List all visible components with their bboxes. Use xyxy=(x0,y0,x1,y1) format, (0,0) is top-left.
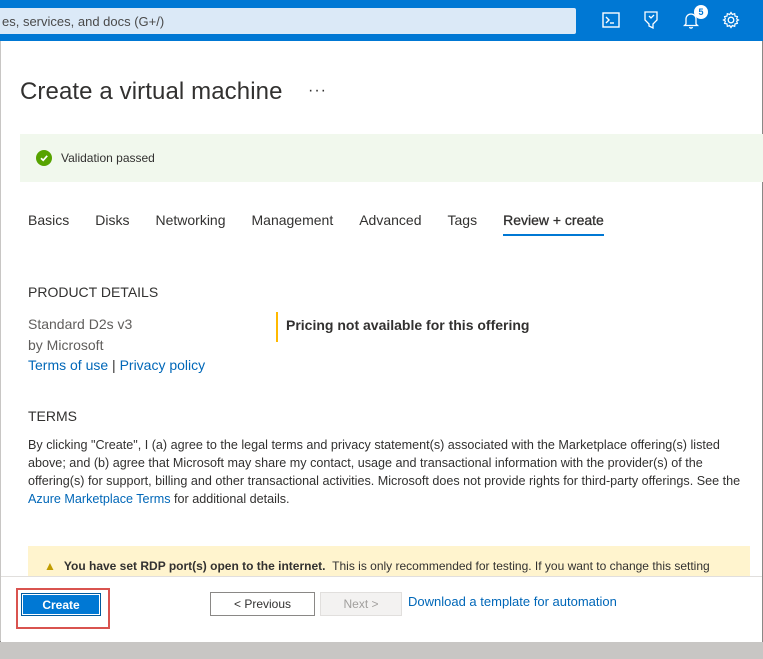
warning-title: You have set RDP port(s) open to the int… xyxy=(63,559,326,573)
rdp-warning-banner: ▲ You have set RDP port(s) open to the in… xyxy=(28,546,750,576)
previous-button[interactable]: < Previous xyxy=(210,592,315,616)
wizard-tabs: Basics Disks Networking Management Advan… xyxy=(28,212,604,236)
global-search-box[interactable] xyxy=(0,8,576,34)
notifications-bell-icon[interactable]: 5 xyxy=(680,5,708,31)
terms-heading: TERMS xyxy=(28,408,77,424)
validation-message: Validation passed xyxy=(61,151,155,165)
more-options-ellipsis-icon[interactable]: ··· xyxy=(308,82,327,100)
notification-count-badge: 5 xyxy=(694,5,708,19)
next-button: Next > xyxy=(320,592,402,616)
warning-text: This is only recommended for testing. If… xyxy=(332,559,710,573)
tab-basics[interactable]: Basics xyxy=(28,212,69,236)
tab-review-create[interactable]: Review + create xyxy=(503,212,604,236)
blade-edge xyxy=(0,41,1,641)
warning-triangle-icon: ▲ xyxy=(44,559,56,573)
azure-marketplace-terms-link[interactable]: Azure Marketplace Terms xyxy=(28,492,171,506)
link-separator: | xyxy=(112,357,116,373)
create-button[interactable]: Create xyxy=(21,593,101,616)
download-template-link[interactable]: Download a template for automation xyxy=(408,594,617,609)
top-navigation-bar: 5 xyxy=(0,0,763,41)
tab-networking[interactable]: Networking xyxy=(155,212,225,236)
tab-disks[interactable]: Disks xyxy=(95,212,129,236)
terms-text: By clicking "Create", I (a) agree to the… xyxy=(28,436,743,508)
product-publisher: by Microsoft xyxy=(28,337,104,353)
tab-advanced[interactable]: Advanced xyxy=(359,212,421,236)
success-check-icon xyxy=(36,150,52,166)
privacy-policy-link[interactable]: Privacy policy xyxy=(120,357,206,373)
settings-gear-icon[interactable] xyxy=(720,9,742,31)
product-links: Terms of use | Privacy policy xyxy=(28,357,205,373)
feedback-filter-icon[interactable] xyxy=(640,9,662,31)
terms-body: By clicking "Create", I (a) agree to the… xyxy=(28,438,741,488)
bottom-scroll-bar xyxy=(0,642,763,659)
product-details-heading: PRODUCT DETAILS xyxy=(28,284,159,300)
cloud-shell-icon[interactable] xyxy=(600,9,622,31)
pricing-notice: Pricing not available for this offering xyxy=(276,312,529,342)
terms-tail: for additional details. xyxy=(174,492,290,506)
validation-banner: Validation passed xyxy=(20,134,763,182)
global-search-input[interactable] xyxy=(2,13,576,29)
product-name: Standard D2s v3 xyxy=(28,316,133,332)
tab-tags[interactable]: Tags xyxy=(448,212,478,236)
terms-of-use-link[interactable]: Terms of use xyxy=(28,357,108,373)
page-title: Create a virtual machine xyxy=(20,78,283,105)
tab-management[interactable]: Management xyxy=(252,212,334,236)
